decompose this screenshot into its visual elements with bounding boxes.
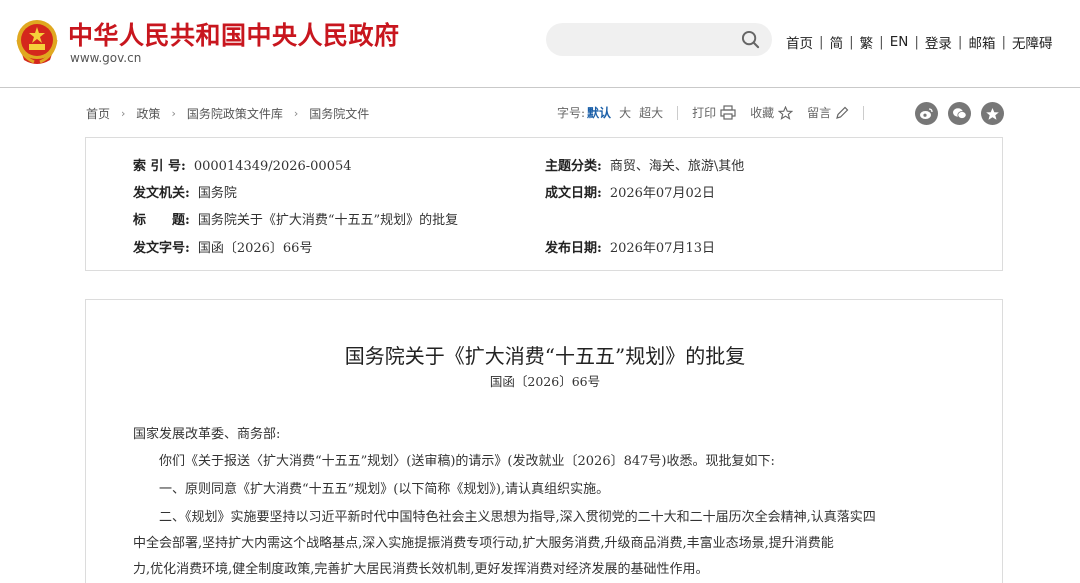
chevron-right-icon: › [121, 107, 126, 120]
toolbar-divider [677, 105, 679, 120]
document-title: 国务院关于《扩大消费“十五五”规划》的批复 [344, 344, 746, 368]
qzone-icon[interactable] [981, 102, 1004, 125]
nav-home-link[interactable]: 首页 [786, 32, 813, 52]
issuer-row: 发文机关: 国务院 [133, 182, 237, 201]
page-toolbar: 字号: 默认 大 超大 打印 收藏 留言 [557, 104, 878, 121]
published-date-label: 发布日期: [545, 241, 602, 256]
printer-icon [720, 105, 736, 120]
wechat-glyph [953, 108, 967, 119]
weibo-glyph [920, 108, 933, 119]
national-emblem-icon[interactable] [14, 18, 60, 66]
print-label: 打印 [692, 106, 717, 120]
nav-separator: | [957, 34, 963, 50]
nav-mail-link[interactable]: 邮箱 [968, 32, 995, 52]
nav-separator: | [914, 34, 919, 50]
breadcrumb: 首页 › 政策 › 国务院政策文件库 › 国务院文件 [86, 105, 369, 122]
index-number-value: 000014349/2026-00054 [193, 159, 352, 174]
site-url: www.gov.cn [70, 51, 142, 65]
title-row: 标 题: 国务院关于《扩大消费“十五五”规划》的批复 [133, 209, 458, 228]
salutation: 国家发展改革委、商务部: [133, 427, 281, 442]
search-icon[interactable] [741, 30, 760, 49]
font-size-label: 字号: [557, 106, 586, 120]
breadcrumb-state-council-documents[interactable]: 国务院文件 [309, 105, 369, 122]
font-size-large[interactable]: 大 [619, 104, 631, 121]
document-number: 国函〔2026〕66号 [489, 374, 601, 389]
written-date-row: 成文日期: 2026年07月02日 [545, 182, 715, 201]
comment-button[interactable]: 留言 [807, 104, 849, 121]
comment-label: 留言 [807, 106, 832, 120]
font-size-extra-large[interactable]: 超大 [639, 104, 663, 121]
title-label: 标 题: [133, 213, 190, 228]
breadcrumb-policy-library[interactable]: 国务院政策文件库 [187, 105, 283, 122]
qzone-glyph [986, 107, 999, 120]
breadcrumb-home[interactable]: 首页 [86, 105, 110, 122]
document-content: 国务院关于《扩大消费“十五五”规划》的批复 国函〔2026〕66号 国家发展改革… [85, 299, 1003, 583]
search-input[interactable] [546, 23, 772, 56]
chevron-right-icon: › [293, 107, 299, 120]
nav-separator: | [879, 34, 884, 50]
document-metadata-box: 索 引 号: 000014349/2026-00054 主题分类: 商贸、海关、旅游… [85, 137, 1003, 271]
paragraph-1: 你们《关于报送〈扩大消费“十五五”规划〉(送审稿)的请示》(发改就业〔2026〕… [159, 454, 775, 469]
nav-english-link[interactable]: EN [890, 34, 909, 50]
nav-separator: | [819, 34, 824, 50]
issuer-label: 发文机关: [133, 186, 190, 201]
chevron-right-icon: › [171, 107, 176, 120]
document-number-label: 发文字号: [133, 241, 190, 256]
nav-login-link[interactable]: 登录 [925, 32, 952, 52]
site-title[interactable]: 中华人民共和国中央人民政府 [68, 16, 400, 52]
font-size-default[interactable]: 默认 [587, 104, 611, 121]
favorite-button[interactable]: 收藏 [750, 104, 794, 121]
nav-traditional-link[interactable]: 繁 [860, 32, 874, 52]
topic-row: 主题分类: 商贸、海关、旅游\其他 [545, 155, 744, 174]
written-date-label: 成文日期: [545, 186, 602, 201]
star-icon [778, 105, 794, 120]
topic-label: 主题分类: [545, 159, 602, 174]
favorite-label: 收藏 [750, 106, 775, 120]
topic-value: 商贸、海关、旅游\其他 [609, 159, 745, 174]
document-number-row: 发文字号: 国函〔2026〕66号 [133, 237, 312, 256]
nav-simplified-link[interactable]: 简 [830, 32, 844, 52]
issuer-value: 国务院 [197, 186, 237, 201]
print-button[interactable]: 打印 [692, 104, 736, 121]
nav-separator: | [1001, 34, 1007, 50]
index-number-row: 索 引 号: 000014349/2026-00054 [133, 155, 352, 174]
paragraph-3-line-1: 二、《规划》实施要坚持以习近平新时代中国特色社会主义思想为指导,深入贯彻党的二十… [159, 510, 876, 525]
site-header: 中华人民共和国中央人民政府 www.gov.cn 首页 | 简 | 繁 | EN… [0, 0, 1080, 88]
weibo-icon[interactable] [915, 102, 938, 125]
document-number-value: 国函〔2026〕66号 [197, 241, 313, 256]
toolbar-divider [863, 105, 865, 120]
wechat-icon[interactable] [948, 102, 971, 125]
nav-separator: | [849, 34, 854, 50]
nav-accessibility-link[interactable]: 无障碍 [1012, 32, 1053, 52]
paragraph-2: 一、原则同意《扩大消费“十五五”规划》(以下简称《规划》),请认真组织实施。 [159, 482, 610, 497]
paragraph-3-line-2: 中全会部署,坚持扩大内需这个战略基点,深入实施提振消费专项行动,扩大服务消费,升… [133, 536, 834, 551]
published-date-value: 2026年07月13日 [609, 241, 715, 256]
paragraph-3-line-3: 力,优化消费环境,健全制度政策,完善扩大居民消费长效机制,更好发挥消费对经济发展… [133, 562, 709, 577]
pencil-icon [836, 106, 849, 119]
written-date-value: 2026年07月02日 [609, 186, 715, 201]
title-value: 国务院关于《扩大消费“十五五”规划》的批复 [197, 213, 459, 228]
index-number-label: 索 引 号: [133, 159, 186, 174]
published-date-row: 发布日期: 2026年07月13日 [545, 237, 715, 256]
top-nav: 首页 | 简 | 繁 | EN | 登录 | 邮箱 | 无障碍 [786, 32, 1053, 52]
breadcrumb-policy[interactable]: 政策 [136, 105, 160, 122]
